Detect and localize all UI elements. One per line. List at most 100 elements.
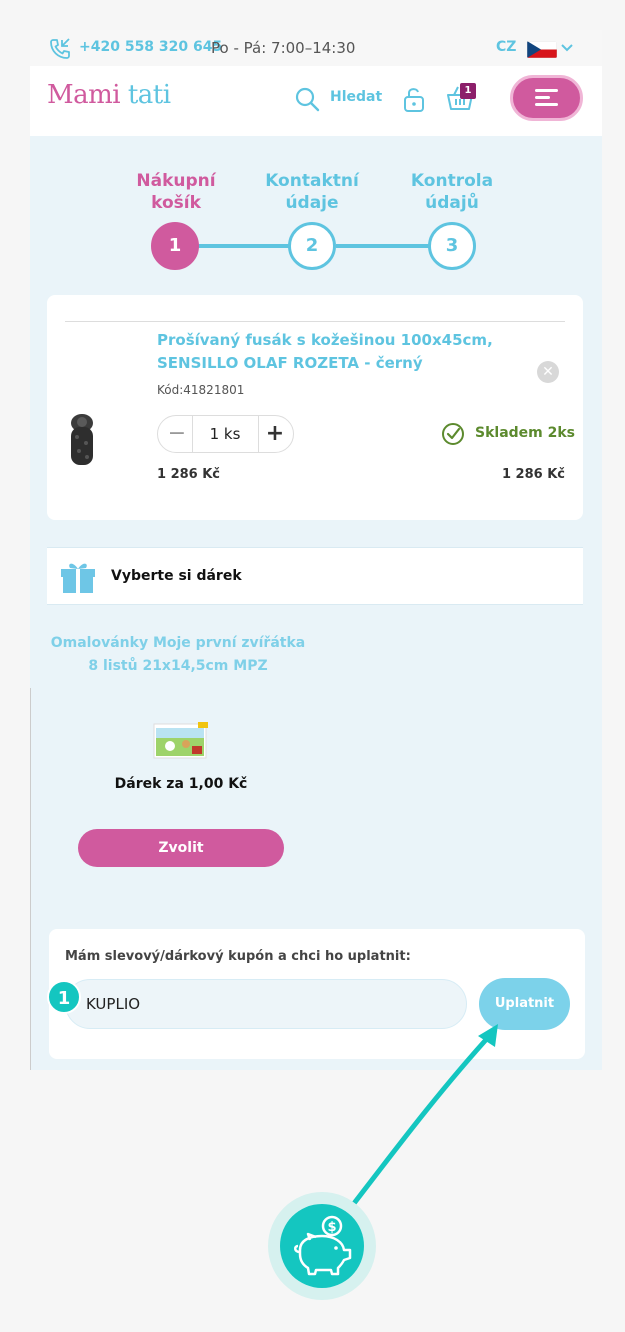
scallop-bump (498, 124, 510, 136)
apply-coupon-button[interactable]: Uplatnit (479, 978, 570, 1030)
step-2-label[interactable]: Kontaktní údaje (252, 170, 372, 214)
scallop-bump (66, 124, 78, 136)
lock-icon[interactable] (402, 85, 426, 113)
scallop-bump (462, 124, 474, 136)
step-2-label-line2: údaje (285, 193, 339, 213)
scallop-bump (114, 124, 126, 136)
step-3-circle[interactable]: 3 (428, 222, 476, 270)
coupon-card: Mám slevový/dárkový kupón a chci ho upla… (49, 929, 585, 1059)
divider (65, 321, 565, 322)
piggy-bank-icon: $ (294, 1215, 352, 1276)
gift-item-name-line2: 8 listů 21x14,5cm MPZ (88, 658, 268, 674)
scallop-bump (354, 124, 366, 136)
step-connector (198, 244, 292, 248)
scallop-bump (198, 124, 210, 136)
step-3-label[interactable]: Kontrola údajů (392, 170, 512, 214)
step-1-label-line1: Nákupní (136, 171, 216, 191)
step-3-label-line2: údajů (425, 193, 479, 213)
scallop-bump (102, 124, 114, 136)
menu-button[interactable] (510, 75, 583, 121)
scallop-bump (318, 124, 330, 136)
search-label[interactable]: Hledat (330, 89, 382, 105)
coupon-input-value: KUPLIO (86, 995, 141, 1013)
scallop-bump (294, 124, 306, 136)
stock-status: Skladem 2ks (475, 425, 576, 441)
scallop-bump (186, 124, 198, 136)
increase-quantity-button[interactable]: + (261, 420, 289, 448)
step-2-label-line1: Kontaktní (265, 171, 359, 191)
scallop-bump (438, 124, 450, 136)
scallop-bump (246, 124, 258, 136)
remove-item-button[interactable]: ✕ (537, 361, 559, 383)
scallop-bump (126, 124, 138, 136)
cart-item-card: Prošívaný fusák s kožešinou 100x45cm, SE… (47, 295, 583, 520)
total-price: 1 286 Kč (501, 467, 565, 482)
scallop-bump (42, 124, 54, 136)
scallop-bump (138, 124, 150, 136)
unit-price: 1 286 Kč (157, 467, 221, 482)
decrease-quantity-button[interactable]: − (163, 420, 191, 448)
menu-bar (535, 96, 550, 99)
step-1-label: Nákupní košík (116, 170, 236, 214)
gift-item-name: Omalovánky Moje první zvířátka 8 listů 2… (47, 632, 309, 678)
coupon-label: Mám slevový/dárkový kupón a chci ho upla… (65, 949, 411, 964)
gift-item-image[interactable] (152, 720, 210, 760)
scallop-bump (486, 124, 498, 136)
scallop-bump (534, 124, 546, 136)
gift-section-header: Vyberte si dárek (47, 547, 583, 605)
coin-symbol: $ (327, 1220, 336, 1235)
scallop-bump (270, 124, 282, 136)
phone-icon (50, 38, 70, 59)
checkout-steps: Nákupní košík Kontaktní údaje Kontrola ú… (30, 160, 602, 280)
phone-number[interactable]: +420 558 320 645 (79, 39, 222, 55)
gift-icon (61, 563, 95, 593)
scallop-bump (342, 124, 354, 136)
gift-section-title: Vyberte si dárek (111, 568, 242, 584)
scallop-bump (378, 124, 390, 136)
scallop-bump (234, 124, 246, 136)
scallop-bump (522, 124, 534, 136)
gift-item-name-line1: Omalovánky Moje první zvířátka (50, 635, 306, 651)
quantity-stepper: − 1 ks + (157, 415, 294, 453)
savings-badge-inner: $ (280, 1204, 364, 1288)
opening-hours: Po - Pá: 7:00–14:30 (211, 39, 356, 57)
product-image[interactable] (67, 413, 97, 469)
scallop-bump (330, 124, 342, 136)
scallop-bump (366, 124, 378, 136)
search-icon[interactable] (294, 86, 320, 112)
scallop-bump (570, 124, 582, 136)
scallop-bump (210, 124, 222, 136)
scallop-bump (174, 124, 186, 136)
scallop-bump (306, 124, 318, 136)
scallop-bump (390, 124, 402, 136)
quantity-value[interactable]: 1 ks (194, 425, 256, 443)
logo-tati: tati (127, 80, 171, 110)
scallop-bump (90, 124, 102, 136)
site-logo[interactable]: Mami tati (47, 80, 171, 110)
scallop-bump (282, 124, 294, 136)
scallop-bump (546, 124, 558, 136)
step-marker-badge: 1 (47, 980, 81, 1014)
top-contact-bar: +420 558 320 645 Po - Pá: 7:00–14:30 CZ (30, 30, 602, 66)
cart-count-badge: 1 (460, 83, 476, 99)
czech-flag-icon[interactable] (527, 41, 557, 58)
product-name[interactable]: Prošívaný fusák s kožešinou 100x45cm, SE… (157, 329, 517, 375)
scallop-bump (30, 124, 42, 136)
language-code[interactable]: CZ (496, 39, 516, 55)
step-2-circle[interactable]: 2 (288, 222, 336, 270)
savings-badge: $ (268, 1192, 376, 1300)
scallop-bump (450, 124, 462, 136)
scallop-bump (150, 124, 162, 136)
scallop-bump (414, 124, 426, 136)
scallop-bump (258, 124, 270, 136)
scallop-bump (222, 124, 234, 136)
scallop-bump (426, 124, 438, 136)
scallop-bump (558, 124, 570, 136)
menu-bar (535, 89, 558, 92)
step-3-label-line1: Kontrola (410, 171, 494, 191)
scallop-bump (582, 124, 594, 136)
choose-gift-button[interactable]: Zvolit (78, 829, 284, 867)
coupon-input[interactable]: KUPLIO (65, 979, 467, 1029)
chevron-down-icon[interactable] (560, 40, 574, 54)
scallop-bump (402, 124, 414, 136)
